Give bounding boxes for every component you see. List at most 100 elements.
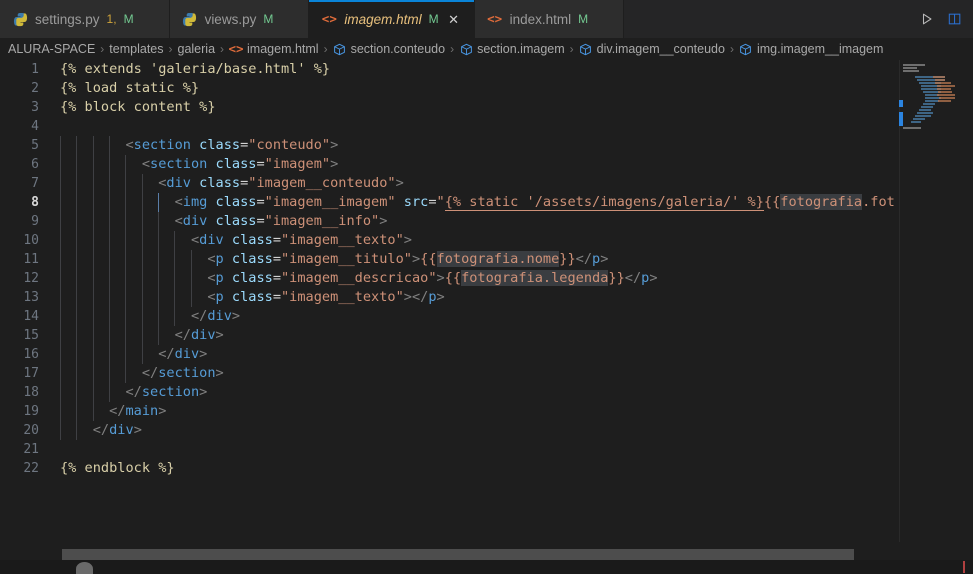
code-token: class	[199, 175, 241, 191]
code-token: </	[158, 346, 175, 362]
code-line[interactable]: <p class="imagem__texto"></p>	[48, 288, 973, 307]
code-line[interactable]: <div class="imagem__info">	[48, 212, 973, 231]
code-token: div	[199, 232, 224, 248]
code-text: <section class="conteudo">	[60, 136, 338, 155]
line-number: 8	[31, 195, 39, 210]
code-text: <img class="imagem__imagem" src="{% stat…	[60, 193, 895, 212]
breadcrumb-label: section.conteudo	[350, 42, 446, 56]
minimap-token	[919, 109, 931, 111]
tab-views-py[interactable]: views.pyM✕	[169, 0, 310, 38]
code-text: {% endblock %}	[60, 459, 175, 478]
code-token: "imagem__titulo"	[281, 251, 412, 267]
code-token: class	[231, 289, 273, 305]
code-token: .fot	[862, 194, 895, 210]
code-token: </	[92, 422, 110, 438]
code-line[interactable]: </div>	[48, 345, 973, 364]
code-text: {% extends 'galeria/base.html' %}	[60, 60, 330, 79]
tab-label: imagem.html	[344, 11, 422, 27]
code-line[interactable]: </div>	[48, 307, 973, 326]
code-line[interactable]: <div class="imagem__texto">	[48, 231, 973, 250]
run-icon[interactable]	[917, 9, 937, 29]
code-token: >	[231, 308, 241, 324]
code-token: class	[231, 251, 273, 267]
code-line[interactable]: </main>	[48, 402, 973, 421]
tab-modified-badge: M	[123, 12, 134, 26]
code-line[interactable]: <section class="imagem">	[48, 155, 973, 174]
code-line[interactable]: <section class="conteudo">	[48, 136, 973, 155]
code-token: >	[436, 270, 445, 286]
code-text: </div>	[60, 326, 224, 345]
breadcrumb-label: div.imagem__conteudo	[596, 42, 725, 56]
code-line[interactable]: <img class="imagem__imagem" src="{% stat…	[48, 193, 973, 212]
breadcrumb-item-imagem-html[interactable]: <> imagem.html	[229, 42, 319, 56]
code-line[interactable]: <p class="imagem__descricao">{{fotografi…	[48, 269, 973, 288]
code-line[interactable]: {% extends 'galeria/base.html' %}	[48, 60, 973, 79]
code-token: {% endblock %}	[60, 460, 175, 476]
line-number: 10	[23, 233, 39, 248]
code-text: <div class="imagem__conteudo">	[60, 174, 404, 193]
breadcrumb-item-img-imagem-imagem[interactable]: img.imagem__imagem	[739, 42, 883, 56]
tab-index-html[interactable]: <>index.htmlM✕	[474, 0, 625, 38]
split-editor-icon[interactable]	[945, 9, 965, 29]
horizontal-scrollbar-thumb[interactable]	[62, 549, 854, 560]
line-number: 11	[23, 252, 39, 267]
code-line[interactable]: </div>	[48, 326, 973, 345]
line-number: 9	[31, 214, 39, 229]
breadcrumb-item-galeria[interactable]: galeria	[178, 42, 216, 56]
line-number: 20	[23, 423, 39, 438]
minimap[interactable]	[899, 60, 959, 542]
code-token: >	[330, 156, 339, 172]
symbol-field-icon	[333, 42, 347, 56]
breadcrumb-item-section-imagem[interactable]: section.imagem	[459, 42, 565, 56]
code-text: {% load static %}	[60, 79, 199, 98]
breadcrumb-item-templates[interactable]: templates	[109, 42, 163, 56]
code-line[interactable]: <p class="imagem__titulo">{{fotografia.n…	[48, 250, 973, 269]
code-token: {{	[420, 251, 437, 267]
code-text: <p class="imagem__texto"></p>	[60, 288, 444, 307]
code-line[interactable]: </section>	[48, 383, 973, 402]
code-token: <	[174, 194, 183, 210]
code-editor[interactable]: 1 2 3 4 5 6 7 8 9 10 11 12 13 14 15 16 17 18 19 20 21 22 {% e…	[0, 60, 973, 542]
code-line[interactable]: {% block content %}	[48, 98, 973, 117]
minimap-token	[937, 88, 951, 90]
code-token: class	[215, 156, 257, 172]
code-line[interactable]: <div class="imagem__conteudo">	[48, 174, 973, 193]
code-text: <div class="imagem__info">	[60, 212, 388, 231]
tab-settings-py[interactable]: settings.py1,M✕	[0, 0, 170, 38]
breadcrumb-item-alura-space[interactable]: ALURA-SPACE	[8, 42, 95, 56]
code-token: div	[182, 213, 208, 229]
code-token: p	[215, 289, 224, 305]
code-token: >	[215, 365, 224, 381]
code-token: >	[199, 384, 208, 400]
minimap-token	[925, 100, 939, 102]
code-content[interactable]: {% extends 'galeria/base.html' %} {% load…	[48, 60, 973, 542]
code-token: {{	[763, 194, 781, 210]
line-number-gutter: 1 2 3 4 5 6 7 8 9 10 11 12 13 14 15 16 17 18 19 20 21 22	[0, 60, 48, 542]
line-number: 7	[31, 176, 39, 191]
tab-strip: settings.py1,M✕views.pyM✕<>imagem.htmlM✕…	[0, 0, 625, 38]
breadcrumb-item-div-imagem-conteudo[interactable]: div.imagem__conteudo	[579, 42, 725, 56]
vscode-window: settings.py1,M✕views.pyM✕<>imagem.htmlM✕…	[0, 0, 973, 574]
code-line[interactable]	[48, 440, 973, 459]
code-line[interactable]	[48, 117, 973, 136]
tab-imagem-html[interactable]: <> imagem.html M ✕	[309, 0, 475, 38]
code-token: "imagem"	[264, 156, 331, 172]
breadcrumb-item-section-conteudo[interactable]: section.conteudo	[333, 42, 446, 56]
code-line[interactable]: </section>	[48, 364, 973, 383]
tab-close-icon[interactable]: ✕	[446, 11, 462, 27]
line-number: 3	[31, 100, 39, 115]
code-line[interactable]: {% endblock %}	[48, 459, 973, 478]
horizontal-scrollbar-track[interactable]	[0, 548, 973, 560]
vertical-scrollbar[interactable]	[959, 60, 973, 542]
code-line[interactable]: {% load static %}	[48, 79, 973, 98]
breadcrumb[interactable]: ALURA-SPACE › templates › galeria › <> imagem.h…	[0, 38, 973, 60]
code-line[interactable]: </div>	[48, 421, 973, 440]
code-token: </	[575, 251, 593, 267]
breadcrumb-separator: ›	[220, 42, 225, 56]
code-text: <section class="imagem">	[60, 155, 338, 174]
